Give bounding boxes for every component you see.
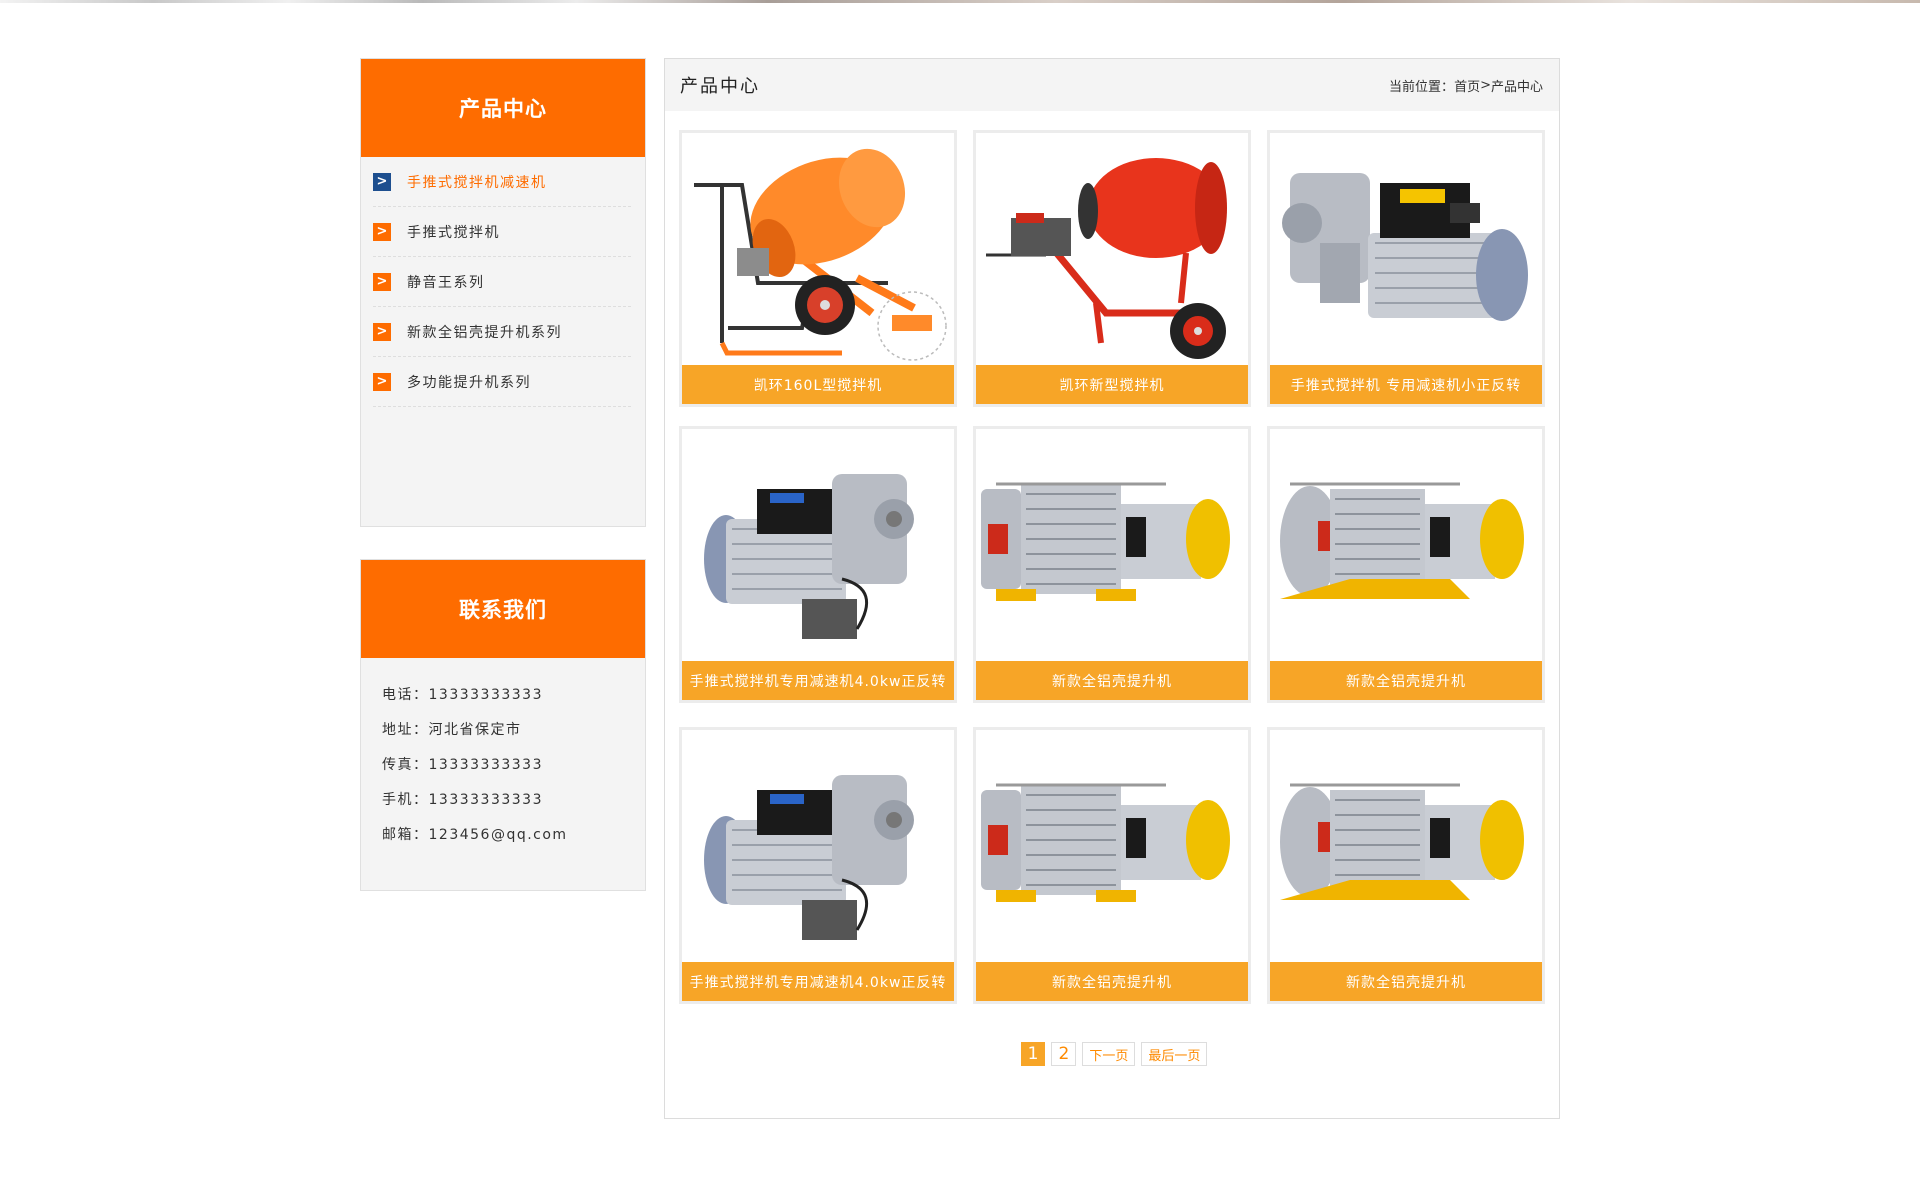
product-name: 手推式搅拌机专用减速机4.0kw正反转: [682, 962, 954, 1001]
sidebar-item-label: 静音王系列: [407, 274, 485, 291]
product-category-title: 产品中心: [361, 59, 645, 157]
sidebar-item-label: 手推式搅拌机: [407, 224, 500, 241]
page-wrapper: 产品中心 > 手推式搅拌机减速机 > 手推式搅拌机 > 静音王系列 > 新款全铝…: [360, 58, 1560, 1119]
main-header: 产品中心 当前位置： 首页 > 产品中心: [665, 59, 1559, 111]
next-page-button[interactable]: 下一页: [1082, 1042, 1136, 1066]
red-mixer-image: [976, 133, 1248, 365]
breadcrumb-prefix: 当前位置：: [1389, 79, 1455, 95]
pagination: 1 2 下一页 最后一页: [665, 1042, 1561, 1066]
product-name: 新款全铝壳提升机: [1270, 661, 1542, 700]
sidebar-item-label: 新款全铝壳提升机系列: [407, 324, 562, 341]
breadcrumb-home-link[interactable]: 首页: [1454, 76, 1480, 95]
top-decorative-strip: [0, 0, 1920, 3]
breadcrumb-current-link[interactable]: 产品中心: [1491, 76, 1543, 95]
sidebar-item-label: 手推式搅拌机减速机: [407, 174, 547, 191]
sidebar-item-silent-series[interactable]: > 静音王系列: [373, 257, 631, 307]
product-name: 凯环160L型搅拌机: [682, 365, 954, 404]
page-1-button[interactable]: 1: [1020, 1042, 1046, 1066]
chevron-right-icon: >: [373, 222, 391, 241]
gear-motor-image: [1270, 133, 1542, 365]
contact-title: 联系我们: [361, 560, 645, 658]
contact-mobile: 手机：13333333333: [382, 791, 543, 808]
product-card[interactable]: 新款全铝壳提升机: [1267, 727, 1545, 1004]
product-card[interactable]: 新款全铝壳提升机: [1267, 426, 1545, 703]
main-content: 产品中心 当前位置： 首页 > 产品中心 凯环160L型搅拌机 凯环新型搅拌机 …: [664, 58, 1560, 1119]
product-card[interactable]: 手推式搅拌机专用减速机4.0kw正反转: [679, 426, 957, 703]
sidebar-item-mixer-reducer[interactable]: > 手推式搅拌机减速机: [373, 157, 631, 207]
sidebar-item-multi-hoist-series[interactable]: > 多功能提升机系列: [373, 357, 631, 407]
sidebar-item-aluminum-hoist-series[interactable]: > 新款全铝壳提升机系列: [373, 307, 631, 357]
contact-fax: 传真：13333333333: [382, 756, 543, 773]
winch-image: [976, 730, 1248, 962]
sidebar-item-label: 多功能提升机系列: [407, 374, 531, 391]
product-card[interactable]: 凯环新型搅拌机: [973, 130, 1251, 407]
chevron-right-icon: >: [373, 322, 391, 341]
breadcrumb: 当前位置： 首页 > 产品中心: [1389, 76, 1543, 95]
product-name: 手推式搅拌机 专用减速机小正反转: [1270, 365, 1542, 404]
winch-image: [1270, 429, 1542, 661]
contact-panel: 联系我们 电话：13333333333 地址：河北省保定市 传真：1333333…: [360, 559, 646, 891]
contact-address: 地址：河北省保定市: [382, 721, 522, 738]
gear-motor-image: [682, 730, 954, 962]
page-title: 产品中心: [680, 76, 760, 97]
contact-list: 电话：13333333333 地址：河北省保定市 传真：13333333333 …: [361, 658, 645, 851]
page-2-button[interactable]: 2: [1051, 1042, 1077, 1066]
breadcrumb-separator: >: [1480, 77, 1491, 93]
winch-image: [1270, 730, 1542, 962]
sidebar: 产品中心 > 手推式搅拌机减速机 > 手推式搅拌机 > 静音王系列 > 新款全铝…: [360, 58, 646, 891]
product-name: 手推式搅拌机专用减速机4.0kw正反转: [682, 661, 954, 700]
product-card[interactable]: 手推式搅拌机 专用减速机小正反转: [1267, 130, 1545, 407]
product-card[interactable]: 新款全铝壳提升机: [973, 426, 1251, 703]
product-name: 新款全铝壳提升机: [976, 962, 1248, 1001]
chevron-right-icon: >: [373, 372, 391, 391]
sidebar-item-mixer[interactable]: > 手推式搅拌机: [373, 207, 631, 257]
gear-motor-image: [682, 429, 954, 661]
orange-mixer-image: [682, 133, 954, 365]
product-card[interactable]: 新款全铝壳提升机: [973, 727, 1251, 1004]
product-name: 新款全铝壳提升机: [1270, 962, 1542, 1001]
chevron-right-icon: >: [373, 172, 391, 191]
product-name: 凯环新型搅拌机: [976, 365, 1248, 404]
chevron-right-icon: >: [373, 272, 391, 291]
product-card[interactable]: 凯环160L型搅拌机: [679, 130, 957, 407]
last-page-button[interactable]: 最后一页: [1141, 1042, 1208, 1066]
product-name: 新款全铝壳提升机: [976, 661, 1248, 700]
contact-email: 邮箱：123456@qq.com: [382, 826, 568, 843]
contact-phone: 电话：13333333333: [382, 686, 543, 703]
winch-image: [976, 429, 1248, 661]
product-category-list: > 手推式搅拌机减速机 > 手推式搅拌机 > 静音王系列 > 新款全铝壳提升机系…: [361, 157, 645, 407]
product-category-panel: 产品中心 > 手推式搅拌机减速机 > 手推式搅拌机 > 静音王系列 > 新款全铝…: [360, 58, 646, 527]
product-card[interactable]: 手推式搅拌机专用减速机4.0kw正反转: [679, 727, 957, 1004]
